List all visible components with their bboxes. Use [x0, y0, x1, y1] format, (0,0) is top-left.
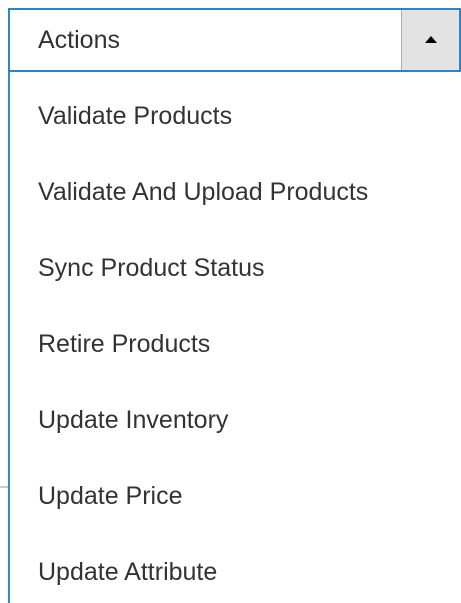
menu-item-update-price[interactable]: Update Price [38, 480, 183, 512]
menu-item-update-attribute[interactable]: Update Attribute [38, 556, 217, 588]
actions-dropdown-arrow-button[interactable] [401, 10, 459, 70]
menu-item-validate-and-upload-products[interactable]: Validate And Upload Products [38, 176, 368, 208]
actions-dropdown: Actions Validate Products Validate And U… [8, 8, 461, 603]
menu-item-sync-product-status[interactable]: Sync Product Status [38, 252, 265, 284]
page-left-gutter [0, 0, 8, 603]
menu-item-update-inventory[interactable]: Update Inventory [38, 404, 228, 436]
triangle-up-icon [424, 36, 437, 43]
actions-dropdown-menu: Validate Products Validate And Upload Pr… [8, 72, 461, 603]
menu-item-validate-products[interactable]: Validate Products [38, 100, 232, 132]
gutter-marker [0, 486, 8, 488]
actions-dropdown-toggle[interactable]: Actions [8, 8, 461, 72]
actions-dropdown-label: Actions [38, 26, 120, 54]
menu-item-retire-products[interactable]: Retire Products [38, 328, 210, 360]
